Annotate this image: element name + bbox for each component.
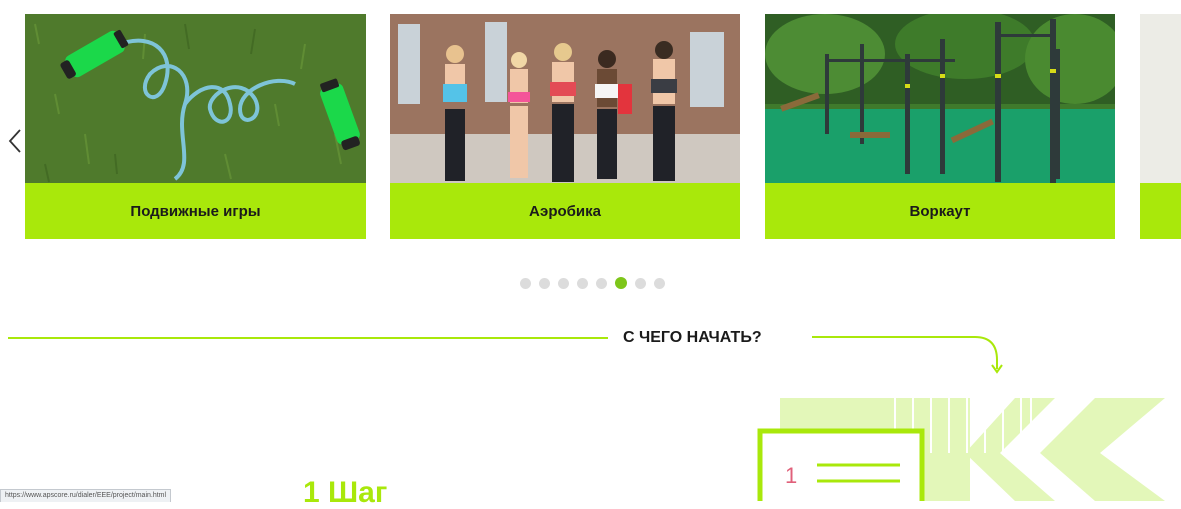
carousel-pagination xyxy=(520,277,665,289)
card-photo-workout-park xyxy=(765,14,1115,183)
step-number: 1 xyxy=(785,463,797,488)
card-photo-jump-rope xyxy=(25,14,366,183)
chevron-left-icon xyxy=(8,129,21,153)
carousel-dot-active[interactable] xyxy=(615,277,627,289)
section-title: С ЧЕГО НАЧАТЬ? xyxy=(623,329,762,346)
activity-card-workout[interactable]: Воркаут xyxy=(765,14,1115,239)
steps-illustration: 1 xyxy=(757,398,1165,501)
card-label: Подвижные игры xyxy=(25,183,366,239)
card-photo-partial xyxy=(1140,14,1181,183)
activity-card-outdoor-games[interactable]: Подвижные игры xyxy=(25,14,366,239)
carousel-dot[interactable] xyxy=(539,277,550,289)
card-label: Воркаут xyxy=(765,183,1115,239)
carousel-dot[interactable] xyxy=(635,277,646,289)
activity-card-partial[interactable] xyxy=(1140,14,1181,239)
carousel-dot[interactable] xyxy=(596,277,607,289)
carousel-prev-button[interactable] xyxy=(4,124,26,158)
carousel-dot[interactable] xyxy=(558,277,569,289)
carousel-dot[interactable] xyxy=(577,277,588,289)
card-label: Аэробика xyxy=(390,183,740,239)
activity-card-aerobics[interactable]: Аэробика xyxy=(390,14,740,239)
step-heading: 1 Шаг xyxy=(303,476,388,509)
section-divider-left xyxy=(8,337,608,339)
status-bar-url: https://www.apscore.ru/dialer/EEE/projec… xyxy=(0,489,172,502)
carousel-dot[interactable] xyxy=(520,277,531,289)
card-label-partial xyxy=(1140,183,1181,239)
card-photo-aerobics-class xyxy=(390,14,740,183)
curved-arrow-icon xyxy=(812,336,1003,374)
activity-carousel: Подвижные игры Аэробика Воркаут xyxy=(0,0,1181,289)
carousel-dot[interactable] xyxy=(654,277,665,289)
